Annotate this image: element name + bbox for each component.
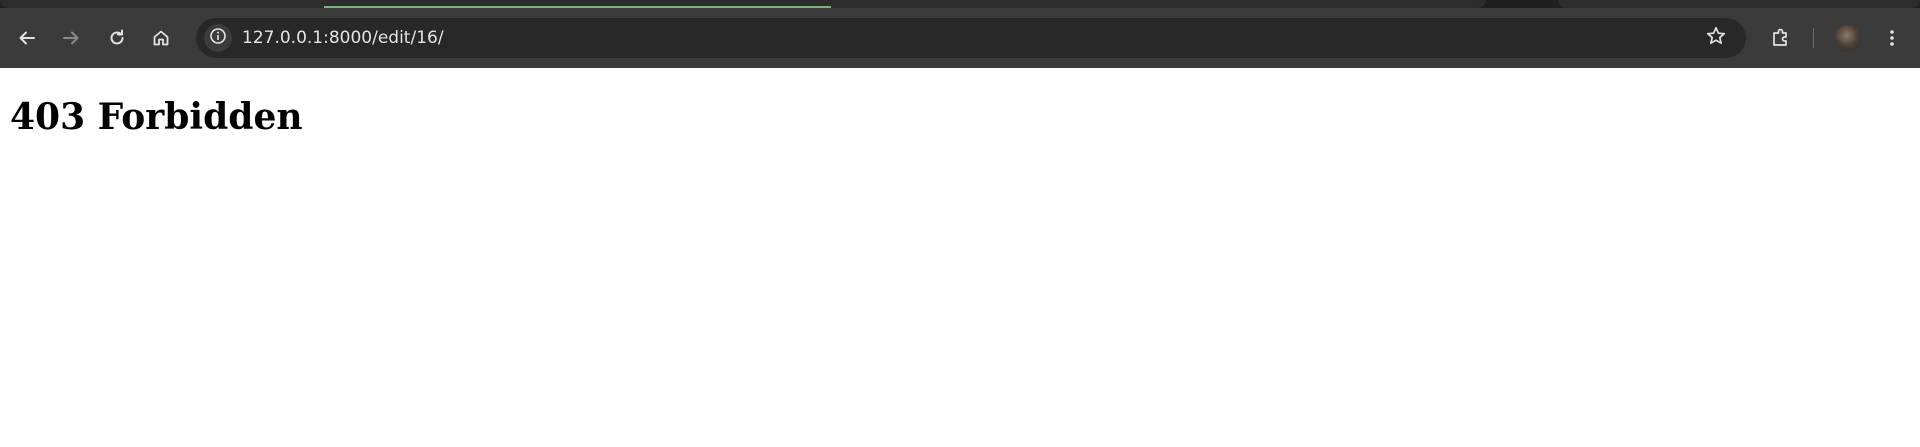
arrow-left-icon — [17, 28, 37, 48]
back-button[interactable] — [11, 22, 43, 54]
bookmark-button[interactable] — [1704, 26, 1728, 50]
info-icon — [209, 27, 227, 50]
tab-strip — [0, 0, 1920, 8]
kebab-menu-icon — [1882, 28, 1902, 48]
puzzle-icon — [1770, 27, 1792, 49]
address-bar[interactable]: 127.0.0.1:8000/edit/16/ — [196, 18, 1746, 58]
browser-toolbar: 127.0.0.1:8000/edit/16/ — [0, 8, 1920, 68]
browser-window: 127.0.0.1:8000/edit/16/ 403 Forbidden — [0, 0, 1920, 447]
reload-icon — [107, 28, 127, 48]
menu-button[interactable] — [1876, 22, 1908, 54]
page-content: 403 Forbidden — [0, 68, 1920, 447]
home-icon — [151, 28, 171, 48]
arrow-right-icon — [61, 28, 81, 48]
site-info-button[interactable] — [204, 24, 232, 52]
toolbar-divider — [1813, 28, 1814, 48]
forward-button[interactable] — [55, 22, 87, 54]
url-text[interactable]: 127.0.0.1:8000/edit/16/ — [242, 18, 444, 58]
home-button[interactable] — [145, 22, 177, 54]
page-title: 403 Forbidden — [10, 96, 303, 138]
reload-button[interactable] — [101, 22, 133, 54]
star-icon — [1705, 25, 1727, 52]
extensions-button[interactable] — [1765, 22, 1797, 54]
tab-inactive[interactable] — [1558, 0, 1920, 8]
avatar[interactable] — [1833, 23, 1863, 53]
